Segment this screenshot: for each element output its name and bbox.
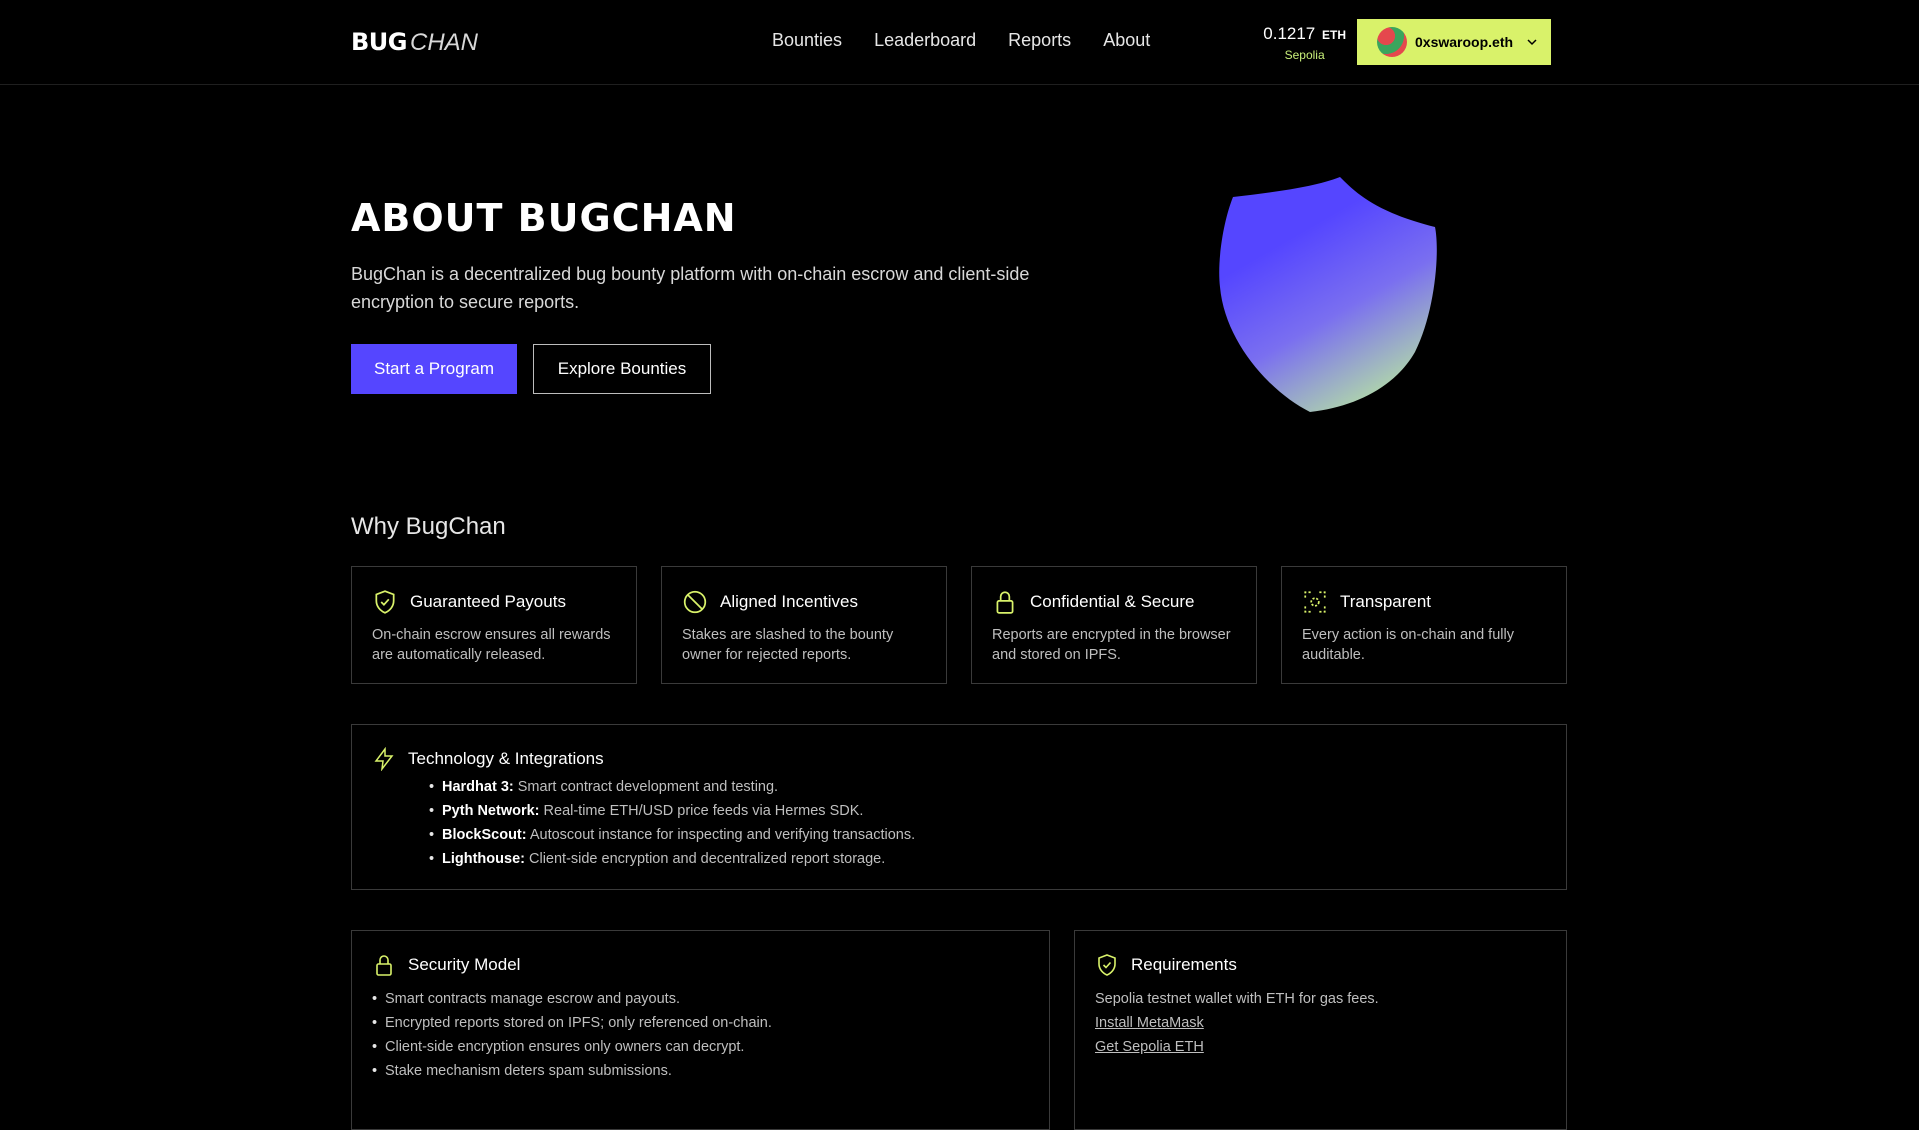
tech-panel: Technology & Integrations Hardhat 3: Sma… <box>351 724 1567 890</box>
shield-illustration <box>1219 177 1437 412</box>
list-item: Pyth Network: Real-time ETH/USD price fe… <box>429 799 1546 823</box>
lightning-icon <box>374 747 394 771</box>
focus-icon <box>1304 591 1326 613</box>
wallet-button[interactable]: 0xswaroop.eth <box>1357 19 1551 65</box>
requirements-title: Requirements <box>1131 955 1237 974</box>
list-item: Smart contracts manage escrow and payout… <box>372 987 1029 1011</box>
tech-list: Hardhat 3: Smart contract development an… <box>429 775 1546 871</box>
explore-bounties-button[interactable]: Explore Bounties <box>533 344 711 394</box>
nav-about[interactable]: About <box>1103 30 1150 51</box>
tech-title: Technology & Integrations <box>408 749 604 768</box>
shield-check-icon <box>1098 954 1116 976</box>
security-title: Security Model <box>408 955 521 974</box>
lock-icon <box>996 591 1014 614</box>
nav-leaderboard[interactable]: Leaderboard <box>874 30 976 51</box>
slash-circle-icon <box>683 590 707 614</box>
list-item: Hardhat 3: Smart contract development an… <box>429 775 1546 799</box>
feature-title: Transparent <box>1340 592 1432 611</box>
why-section-title: Why BugChan <box>351 513 506 540</box>
avatar <box>1377 27 1407 57</box>
feature-title: Confidential & Secure <box>1030 592 1195 611</box>
main-nav: Bounties Leaderboard Reports About <box>772 30 1150 51</box>
feature-card-confidential: Confidential & Secure Reports are encryp… <box>971 566 1257 684</box>
feature-title: Guaranteed Payouts <box>410 592 566 611</box>
logo-light-text: CHAN <box>409 29 478 56</box>
feature-card-payouts: Guaranteed Payouts On-chain escrow ensur… <box>351 566 637 684</box>
start-program-button[interactable]: Start a Program <box>351 344 517 394</box>
security-list: Smart contracts manage escrow and payout… <box>372 987 1029 1083</box>
feature-description: On-chain escrow ensures all rewards are … <box>372 627 611 663</box>
top-header: BUG CHAN Bounties Leaderboard Reports Ab… <box>0 0 1919 85</box>
feature-description: Stakes are slashed to the bounty owner f… <box>682 627 894 663</box>
nav-bounties[interactable]: Bounties <box>772 30 842 51</box>
network-label: Sepolia <box>1284 48 1325 62</box>
chevron-down-icon <box>1527 39 1537 46</box>
feature-title: Aligned Incentives <box>720 592 858 611</box>
feature-card-transparent: Transparent Every action is on-chain and… <box>1281 566 1567 684</box>
lock-icon <box>376 955 392 976</box>
feature-description: Reports are encrypted in the browser and… <box>992 627 1231 663</box>
get-sepolia-eth-link[interactable]: Get Sepolia ETH <box>1095 1035 1546 1059</box>
balance-amount: 0.1217 <box>1263 24 1316 43</box>
hero-description: BugChan is a decentralized bug bounty pl… <box>351 264 1030 312</box>
page-title: ABOUT BUGCHAN <box>351 196 737 240</box>
feature-description: Every action is on-chain and fully audit… <box>1302 627 1514 663</box>
list-item: Encrypted reports stored on IPFS; only r… <box>372 1011 1029 1035</box>
feature-card-incentives: Aligned Incentives Stakes are slashed to… <box>661 566 947 684</box>
security-panel: Security Model Smart contracts manage es… <box>351 930 1050 1130</box>
wallet-name: 0xswaroop.eth <box>1415 34 1514 50</box>
list-item: Client-side encryption ensures only owne… <box>372 1035 1029 1059</box>
list-item: Stake mechanism deters spam submissions. <box>372 1059 1029 1083</box>
wallet-balance: 0.1217 ETH Sepolia <box>1263 24 1346 62</box>
list-item: BlockScout: Autoscout instance for inspe… <box>429 823 1546 847</box>
nav-reports[interactable]: Reports <box>1008 30 1071 51</box>
requirements-text: Sepolia testnet wallet with ETH for gas … <box>1095 991 1379 1007</box>
logo[interactable]: BUG CHAN <box>351 28 478 56</box>
balance-unit: ETH <box>1322 28 1346 42</box>
install-metamask-link[interactable]: Install MetaMask <box>1095 1011 1546 1035</box>
shield-check-icon <box>375 590 395 614</box>
requirements-panel: Requirements Sepolia testnet wallet with… <box>1074 930 1567 1130</box>
list-item: Lighthouse: Client-side encryption and d… <box>429 847 1546 871</box>
logo-bold-text: BUG <box>351 28 407 56</box>
